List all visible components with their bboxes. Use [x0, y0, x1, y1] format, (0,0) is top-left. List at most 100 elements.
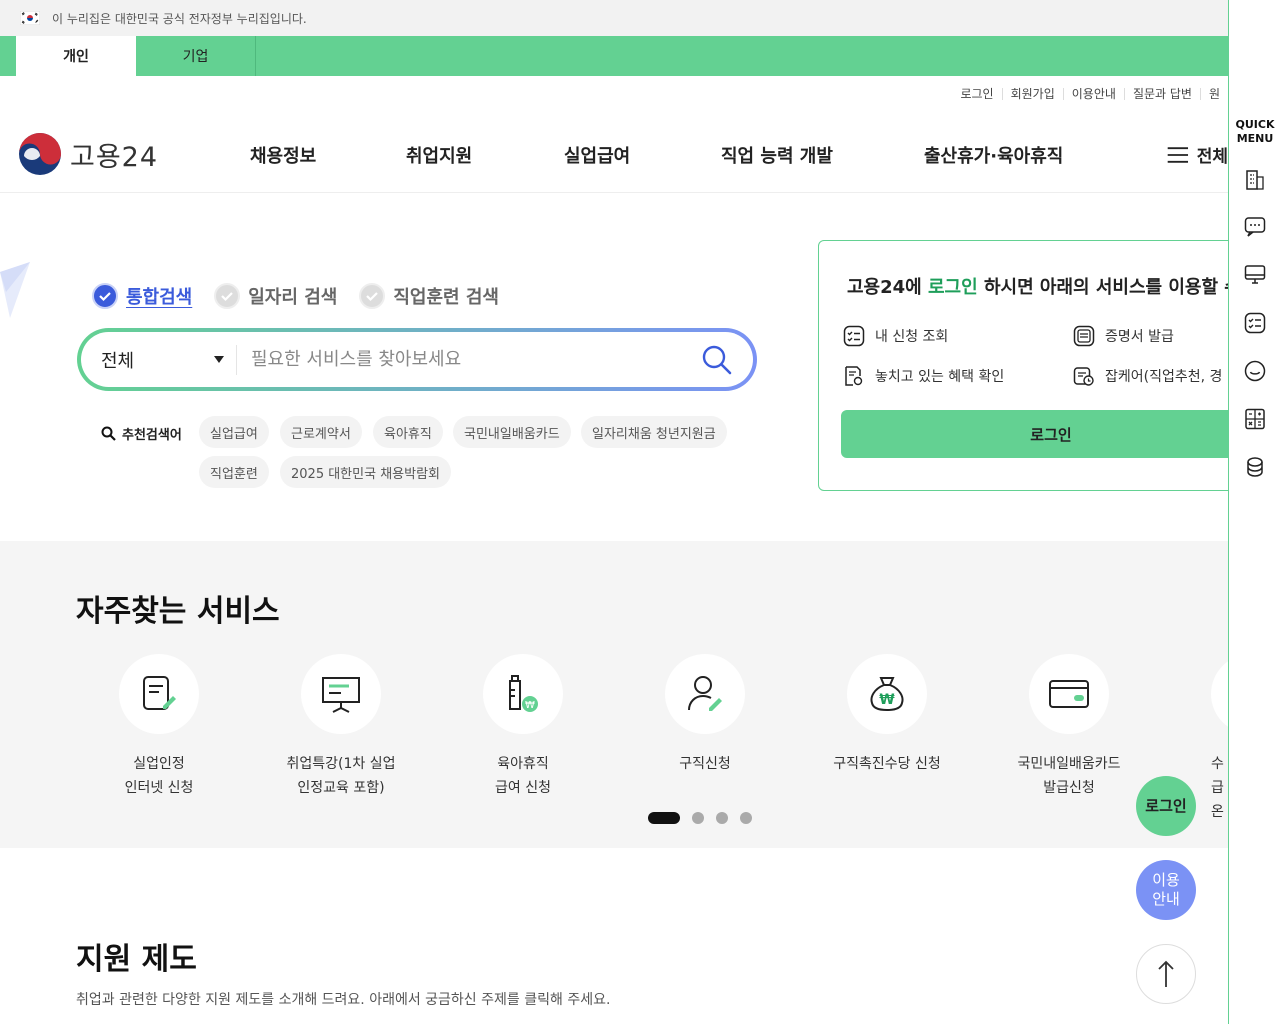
tab-job-search[interactable]: 일자리 검색: [214, 283, 337, 309]
header-divider: [0, 192, 1228, 193]
quick-menu-title: QUICK MENU: [1229, 118, 1280, 146]
keyword-chip[interactable]: 일자리채움 청년지원금: [581, 416, 727, 448]
building-icon[interactable]: [1243, 168, 1267, 192]
service-card[interactable]: 취업특강(1차 실업 인정교육 포함): [251, 654, 431, 800]
all-menu-button[interactable]: 전체: [1166, 142, 1228, 167]
checklist-icon[interactable]: [1243, 311, 1267, 335]
frequent-services-title: 자주찾는 서비스: [76, 594, 280, 629]
arrow-up-icon: [1158, 960, 1174, 987]
login-link[interactable]: 로그인: [952, 88, 1001, 100]
user-type-tabs: 개인 기업: [0, 36, 1228, 76]
floating-login-button[interactable]: 로그인: [1136, 776, 1196, 836]
service-label: 수급 온: [1211, 756, 1224, 820]
nav-unemployment-benefit[interactable]: 실업급여: [564, 142, 630, 168]
service-card[interactable]: 국민내일배움카드 발급신청: [979, 654, 1159, 800]
carousel-pagination: [648, 812, 752, 824]
service-card[interactable]: ₩ 구직촉진수당 신청: [797, 654, 977, 776]
tab-training-search[interactable]: 직업훈련 검색: [359, 283, 499, 309]
service-label: 구직촉진수당 신청: [833, 756, 941, 772]
svg-text:₩: ₩: [525, 700, 535, 711]
chat-bubble-icon[interactable]: [1243, 215, 1267, 239]
keyword-chip[interactable]: 국민내일배움카드: [453, 416, 571, 448]
floating-guide-button[interactable]: 이용 안내: [1136, 860, 1196, 920]
tab-personal[interactable]: 개인: [16, 36, 136, 76]
service-icon-circle: [665, 654, 745, 734]
qna-link[interactable]: 질문과 답변: [1123, 88, 1200, 100]
svg-text:₩: ₩: [879, 692, 895, 708]
quick-menu-title-1: QUICK: [1235, 118, 1275, 131]
service-icon-circle: [301, 654, 381, 734]
signup-link[interactable]: 회원가입: [1001, 88, 1063, 100]
login-box: 고용24에 로그인 하시면 아래의 서비스를 이용할 수 내 신청 조회 증명서…: [818, 240, 1261, 491]
service-jobcare-label: 잡케어(직업추천, 경: [1105, 369, 1223, 385]
guide-link[interactable]: 이용안내: [1062, 88, 1124, 100]
jobcare-icon: [1073, 367, 1094, 386]
keyword-chip[interactable]: 직업훈련: [199, 456, 269, 488]
nav-vocational-training[interactable]: 직업 능력 개발: [721, 142, 833, 168]
search-icon: [702, 345, 732, 375]
pagination-dot[interactable]: [692, 812, 704, 824]
service-certificate[interactable]: 증명서 발급: [1073, 325, 1174, 347]
keyword-chip[interactable]: 2025 대한민국 채용박람회: [280, 456, 451, 488]
all-menu-label: 전체: [1196, 147, 1228, 167]
taegeuk-logo-icon: [19, 133, 61, 175]
keyword-chip[interactable]: 근로계약서: [280, 416, 362, 448]
service-icon-circle: [1029, 654, 1109, 734]
login-box-title-highlight: 로그인: [928, 277, 978, 298]
nav-employment-support[interactable]: 취업지원: [406, 142, 472, 168]
search-button[interactable]: [701, 344, 733, 376]
gov-banner: 이 누리집은 대한민국 공식 전자정부 누리집입니다.: [0, 0, 1228, 36]
pagination-dot[interactable]: [648, 812, 680, 824]
search-category-select[interactable]: 전체: [81, 344, 237, 375]
floating-guide-label: 이용 안내: [1152, 871, 1180, 909]
service-label: 구직신청: [679, 756, 731, 772]
document-search-icon: [845, 366, 863, 386]
login-box-title-pre: 고용24에: [847, 277, 928, 298]
list-check-icon: [843, 325, 865, 347]
scroll-top-button[interactable]: [1136, 944, 1196, 1004]
keyword-chip[interactable]: 육아휴직: [373, 416, 443, 448]
nav-maternity-leave[interactable]: 출산휴가·육아휴직: [924, 142, 1063, 168]
quick-menu-title-2: MENU: [1236, 132, 1274, 145]
search-box-inner: 전체: [81, 332, 753, 387]
tab-training-search-label: 직업훈련 검색: [393, 287, 499, 308]
service-missed-benefits[interactable]: 놓치고 있는 혜택 확인: [843, 365, 1004, 387]
check-off-icon: [214, 283, 241, 309]
baby-bottle-won-icon: ₩: [509, 675, 538, 712]
site-logo[interactable]: 고용24: [18, 132, 158, 176]
calculator-icon[interactable]: [1243, 407, 1267, 431]
presentation-board-icon: [322, 677, 360, 713]
pagination-dot[interactable]: [716, 812, 728, 824]
nav-jobs[interactable]: 채용정보: [250, 142, 316, 168]
quick-menu: QUICK MENU: [1228, 0, 1280, 1024]
hamburger-icon: [1167, 146, 1189, 163]
tab-integrated-search[interactable]: 통합검색: [92, 283, 192, 309]
utility-links: 로그인 회원가입 이용안내 질문과 답변 원: [952, 88, 1228, 100]
keyword-chip[interactable]: 실업급여: [199, 416, 269, 448]
service-label: 육아휴직 급여 신청: [495, 756, 551, 796]
support-title: 지원 제도: [76, 942, 197, 977]
service-icon-circle: ₩: [483, 654, 563, 734]
gov-banner-text: 이 누리집은 대한민국 공식 전자정부 누리집입니다.: [52, 11, 307, 26]
service-card[interactable]: ₩ 육아휴직 급여 신청: [433, 654, 613, 800]
service-card[interactable]: 실업인정 인터넷 신청: [69, 654, 249, 800]
check-off-icon: [359, 283, 386, 309]
paper-plane-deco-icon: [0, 262, 30, 318]
more-link[interactable]: 원: [1199, 88, 1228, 100]
support-description: 취업과 관련한 다양한 지원 제도를 소개해 드려요. 아래에서 궁금하신 주제…: [76, 992, 611, 1008]
service-my-applications[interactable]: 내 신청 조회: [843, 325, 948, 347]
service-missed-benefits-label: 놓치고 있는 혜택 확인: [875, 369, 1005, 385]
monitor-icon[interactable]: [1243, 263, 1267, 287]
search-category-value: 전체: [101, 350, 135, 372]
search-input[interactable]: [237, 349, 753, 370]
login-box-title-post: 하시면 아래의 서비스를 이용할 수: [977, 277, 1241, 298]
service-label: 취업특강(1차 실업 인정교육 포함): [286, 756, 396, 796]
service-jobcare[interactable]: 잡케어(직업추천, 경: [1073, 365, 1222, 387]
search-small-icon: [101, 426, 116, 441]
coin-stack-icon[interactable]: [1243, 455, 1267, 479]
pagination-dot[interactable]: [740, 812, 752, 824]
login-box-button[interactable]: 로그인: [841, 410, 1261, 458]
service-card[interactable]: 구직신청: [615, 654, 795, 776]
tab-business[interactable]: 기업: [136, 36, 256, 76]
smile-icon[interactable]: [1243, 359, 1267, 383]
